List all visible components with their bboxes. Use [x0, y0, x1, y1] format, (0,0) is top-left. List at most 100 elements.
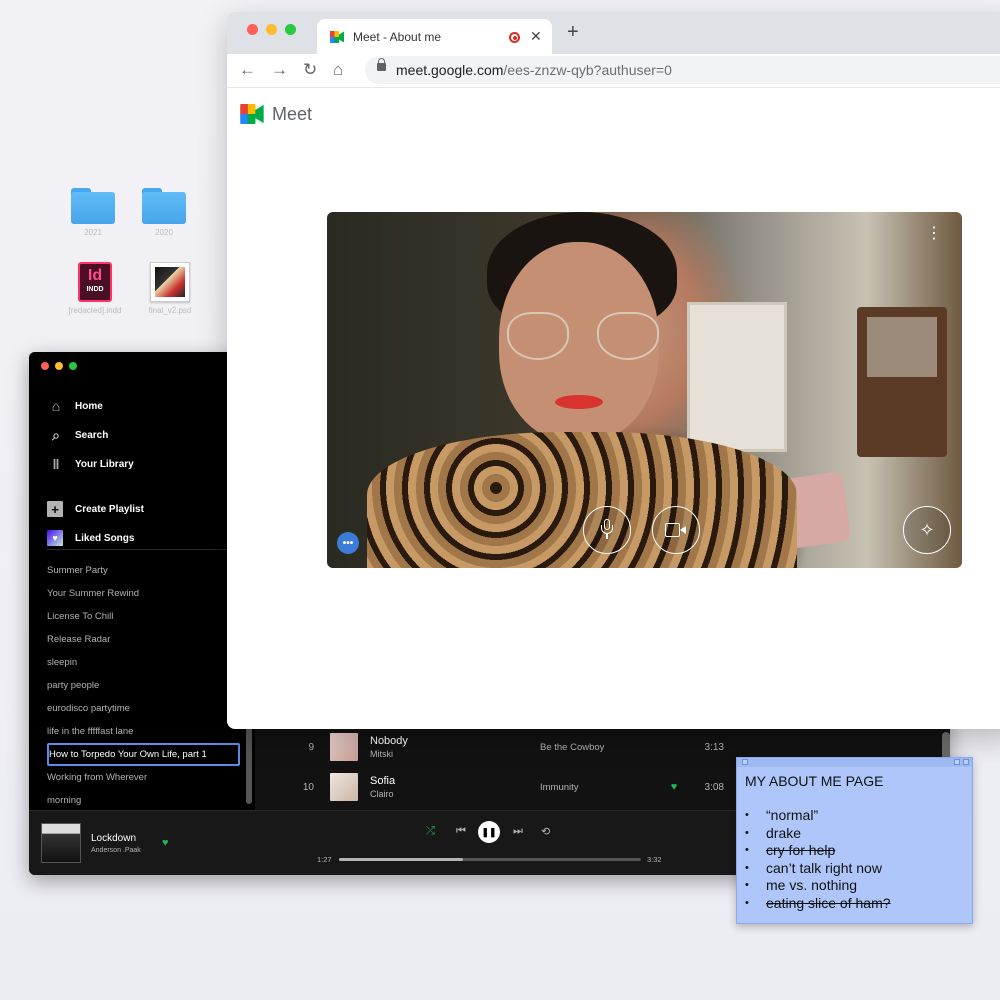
more-options-icon[interactable]: ⋮ — [926, 226, 942, 242]
close-window-button[interactable] — [41, 362, 49, 370]
indesign-file-icon: Id INDD — [78, 262, 112, 302]
note-item: drake — [745, 825, 891, 843]
back-icon[interactable]: ← — [239, 60, 256, 80]
repeat-icon[interactable]: ⟲ — [541, 825, 550, 838]
person-lips — [555, 395, 603, 409]
progress-bar[interactable] — [339, 858, 641, 861]
create-playlist-label: Create Playlist — [75, 503, 144, 515]
playlist-item[interactable]: License To Chill — [47, 605, 240, 628]
playlist-item[interactable]: eurodisco partytime — [47, 697, 240, 720]
now-playing-artist[interactable]: Anderson .Paak — [91, 847, 141, 854]
note-list: “normal” drake cry for help can’t talk r… — [745, 807, 891, 913]
browser-toolbar: ← → ↻ ⌂ meet.google.com/ees-znzw-qyb?aut… — [227, 54, 1000, 88]
desktop-file-psd[interactable]: final_v2.psd — [130, 262, 210, 315]
note-item: me vs. nothing — [745, 877, 891, 895]
window-controls — [247, 24, 296, 35]
meet-header: Meet — [240, 102, 312, 126]
home-icon[interactable]: ⌂ — [333, 60, 343, 80]
visual-effects-button[interactable]: ✧ — [903, 506, 951, 554]
now-playing-cover[interactable] — [41, 823, 81, 863]
playlist-item[interactable]: life in the fffffast lane — [47, 720, 240, 743]
folder-icon — [142, 188, 186, 224]
background-frame — [857, 307, 947, 457]
track-album[interactable]: Be the Cowboy — [540, 742, 664, 753]
sidebar-divider — [47, 549, 237, 550]
note-close-icon[interactable] — [742, 759, 748, 765]
close-tab-icon[interactable]: ✕ — [530, 28, 542, 45]
note-resize-icon[interactable] — [954, 759, 960, 765]
track-album[interactable]: Immunity — [540, 782, 664, 793]
track-duration: 3:13 — [704, 741, 724, 753]
tab-bar: Meet - About me ✕ + — [227, 12, 1000, 54]
desktop-file-indd[interactable]: Id INDD [redacted].indd — [55, 262, 135, 315]
effects-icon: ✧ — [919, 519, 935, 540]
minimize-window-button[interactable] — [266, 24, 277, 35]
track-artist[interactable]: Mitski — [370, 749, 540, 759]
desktop-icon-label: 2021 — [84, 228, 102, 237]
close-window-button[interactable] — [247, 24, 258, 35]
note-title: MY ABOUT ME PAGE — [745, 773, 884, 789]
nav-home-label: Home — [75, 400, 103, 412]
note-item-struck: eating slice of ham? — [745, 895, 891, 913]
nav-home[interactable]: ⌂ Home — [47, 392, 144, 420]
person-glasses — [597, 312, 659, 360]
playlist-list: Summer Party Your Summer Rewind License … — [47, 559, 240, 812]
zoom-window-button[interactable] — [285, 24, 296, 35]
note-titlebar[interactable] — [737, 758, 972, 767]
browser-window: Meet - About me ✕ + ← → ↻ ⌂ meet.google.… — [227, 12, 1000, 729]
new-tab-button[interactable]: + — [567, 21, 579, 43]
playlist-item-selected[interactable]: How to Torpedo Your Own Life, part 1 — [47, 743, 240, 766]
liked-songs-label: Liked Songs — [75, 532, 135, 544]
more-actions-icon[interactable]: ••• — [337, 532, 359, 554]
heart-icon[interactable]: ♥ — [664, 781, 684, 793]
photoshop-file-icon — [150, 262, 190, 302]
note-item: “normal” — [745, 807, 891, 825]
zoom-window-button[interactable] — [69, 362, 77, 370]
playlist-item[interactable]: Release Radar — [47, 628, 240, 651]
tab-meet[interactable]: Meet - About me ✕ — [317, 19, 552, 54]
desktop-folder-2021[interactable]: 2021 — [53, 188, 133, 237]
playlist-item[interactable]: Your Summer Rewind — [47, 582, 240, 605]
previous-icon[interactable]: ⏮ — [456, 825, 466, 838]
forward-icon[interactable]: → — [271, 60, 288, 80]
track-title[interactable]: Sofia — [370, 775, 540, 787]
nav-search[interactable]: ⌕ Search — [47, 421, 144, 449]
microphone-button[interactable] — [583, 506, 631, 554]
nav-library-label: Your Library — [75, 458, 134, 470]
nav-library[interactable]: ‖ Your Library — [47, 450, 144, 478]
desktop-folder-2020[interactable]: 2020 — [124, 188, 204, 237]
home-icon: ⌂ — [51, 398, 61, 414]
sticky-note[interactable]: MY ABOUT ME PAGE “normal” drake cry for … — [736, 757, 973, 924]
pause-button[interactable]: ❚❚ — [478, 821, 500, 843]
next-icon[interactable]: ⏭ — [513, 825, 523, 838]
playlist-item[interactable]: Summer Party — [47, 559, 240, 582]
folder-icon — [71, 188, 115, 224]
playlist-item[interactable]: morning — [47, 789, 240, 812]
track-number: 10 — [302, 781, 314, 793]
address-bar[interactable]: meet.google.com/ees-znzw-qyb?authuser=0 — [365, 56, 1000, 84]
liked-songs-link[interactable]: ♥ Liked Songs — [47, 524, 144, 552]
progress-fill — [339, 858, 463, 861]
create-playlist-button[interactable]: + Create Playlist — [47, 495, 144, 523]
note-item-struck: cry for help — [745, 842, 891, 860]
now-playing-title[interactable]: Lockdown — [91, 833, 136, 844]
desktop-icon-label: final_v2.psd — [148, 306, 192, 315]
note-collapse-icon[interactable] — [963, 759, 969, 765]
track-number: 9 — [308, 741, 314, 753]
track-artist[interactable]: Clairo — [370, 789, 540, 799]
playlist-item[interactable]: Working from Wherever — [47, 766, 240, 789]
camera-icon — [665, 523, 687, 537]
reload-icon[interactable]: ↻ — [303, 60, 317, 80]
desktop-icon-label: [redacted].indd — [68, 306, 122, 315]
minimize-window-button[interactable] — [55, 362, 63, 370]
playlist-item[interactable]: sleepin — [47, 651, 240, 674]
track-title[interactable]: Nobody — [370, 735, 540, 747]
heart-icon[interactable]: ♥ — [162, 837, 169, 849]
playlist-item[interactable]: party people — [47, 674, 240, 697]
note-item: can’t talk right now — [745, 860, 891, 878]
camera-button[interactable] — [652, 506, 700, 554]
lock-icon — [377, 58, 386, 71]
recording-indicator-icon — [509, 32, 520, 43]
elapsed-time: 1:27 — [317, 855, 332, 864]
shuffle-icon[interactable]: ⤮ — [426, 825, 435, 838]
